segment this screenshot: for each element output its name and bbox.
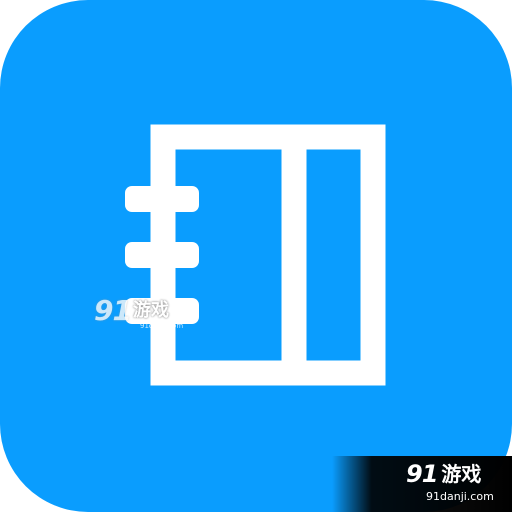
binder-ring bbox=[125, 186, 199, 212]
app-icon[interactable]: 91 游戏 91danji.com bbox=[0, 0, 512, 512]
watermark-url: 91danji.com bbox=[140, 322, 184, 330]
watermark-logo: 91 bbox=[94, 294, 132, 327]
screen: 91 游戏 91danji.com 91 游戏 91danji.com bbox=[0, 0, 512, 512]
watermark-corner: 91 游戏 91danji.com bbox=[332, 456, 512, 512]
watermark-logo: 91 bbox=[406, 460, 438, 488]
notebook-icon bbox=[0, 0, 512, 512]
icon-background bbox=[0, 0, 512, 512]
binder-ring bbox=[125, 242, 199, 268]
watermark-text: 游戏 bbox=[441, 462, 482, 486]
watermark-url: 91danji.com bbox=[426, 490, 494, 503]
watermark-center: 91 游戏 91danji.com bbox=[94, 294, 183, 336]
